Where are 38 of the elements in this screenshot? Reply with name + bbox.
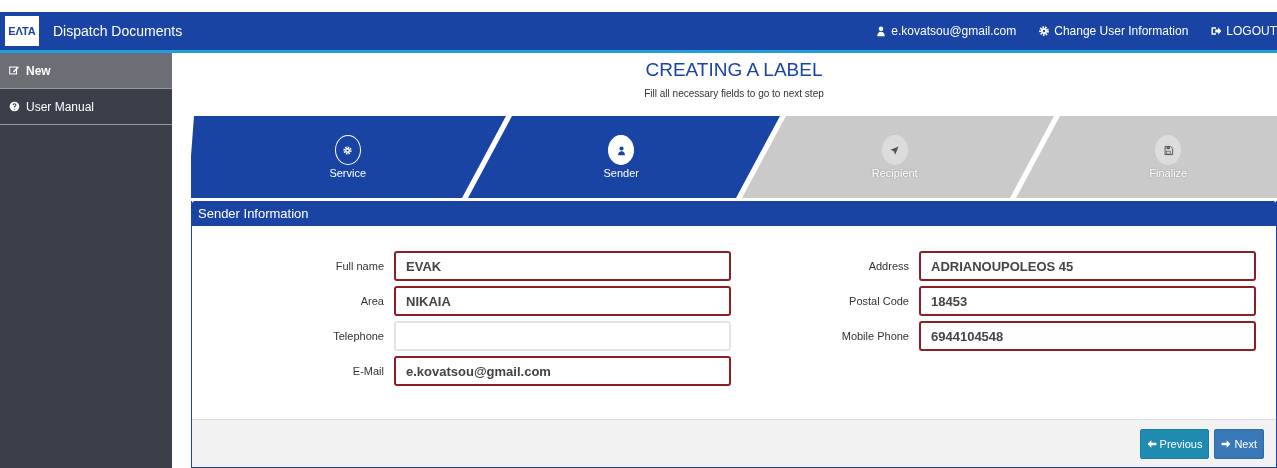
- next-button[interactable]: Next: [1214, 428, 1264, 459]
- text-field[interactable]: e.kovatsou@gmail.com: [394, 356, 731, 386]
- wizard-step-tab[interactable]: Service: [307, 116, 388, 198]
- text-field[interactable]: [394, 321, 731, 351]
- app-title: Dispatch Documents: [53, 23, 183, 39]
- navigation-arrow-icon: [889, 144, 901, 156]
- text-field[interactable]: EVAK: [394, 251, 731, 281]
- field-label: Address: [867, 260, 909, 272]
- text-field[interactable]: 6944104548: [919, 321, 1256, 351]
- logo: ΕΛΤΑ: [5, 16, 39, 46]
- logout-icon: [1210, 25, 1223, 37]
- text-field[interactable]: 18453: [919, 286, 1256, 316]
- page-title: CREATING A LABEL: [644, 59, 824, 81]
- wizard-step-tab[interactable]: Sender: [581, 116, 662, 198]
- user-link[interactable]: e.kovatsou@gmail.com: [875, 24, 1017, 38]
- help-icon: [9, 101, 20, 112]
- sidebar-item[interactable]: User Manual: [0, 89, 172, 125]
- user-icon: [615, 144, 627, 156]
- left-arrow-icon: [1146, 438, 1157, 449]
- field-label: Postal Code: [848, 295, 909, 307]
- field-label: E-Mail: [351, 365, 384, 377]
- change-user-info-link[interactable]: Change User Information: [1038, 24, 1189, 38]
- text-field[interactable]: NIKAIA: [394, 286, 731, 316]
- field-label: Area: [359, 295, 384, 307]
- field-label: Full name: [334, 260, 384, 272]
- user-icon: [875, 25, 888, 37]
- panel-title: Sender Information: [192, 201, 1276, 226]
- text-field[interactable]: ADRIANOUPOLEOS 45: [919, 251, 1256, 281]
- gear-icon: [342, 144, 354, 156]
- page-subtitle: Fill all necessary fields to go to next step: [643, 88, 825, 99]
- field-label: Telephone: [332, 330, 384, 342]
- sidebar-item[interactable]: New: [0, 53, 172, 89]
- previous-button[interactable]: Previous: [1139, 428, 1210, 459]
- edit-icon: [9, 65, 20, 76]
- gear-icon: [1038, 25, 1051, 37]
- right-arrow-icon: [1221, 438, 1232, 449]
- logout-link[interactable]: LOGOUT: [1210, 24, 1277, 38]
- field-label: Mobile Phone: [840, 330, 909, 342]
